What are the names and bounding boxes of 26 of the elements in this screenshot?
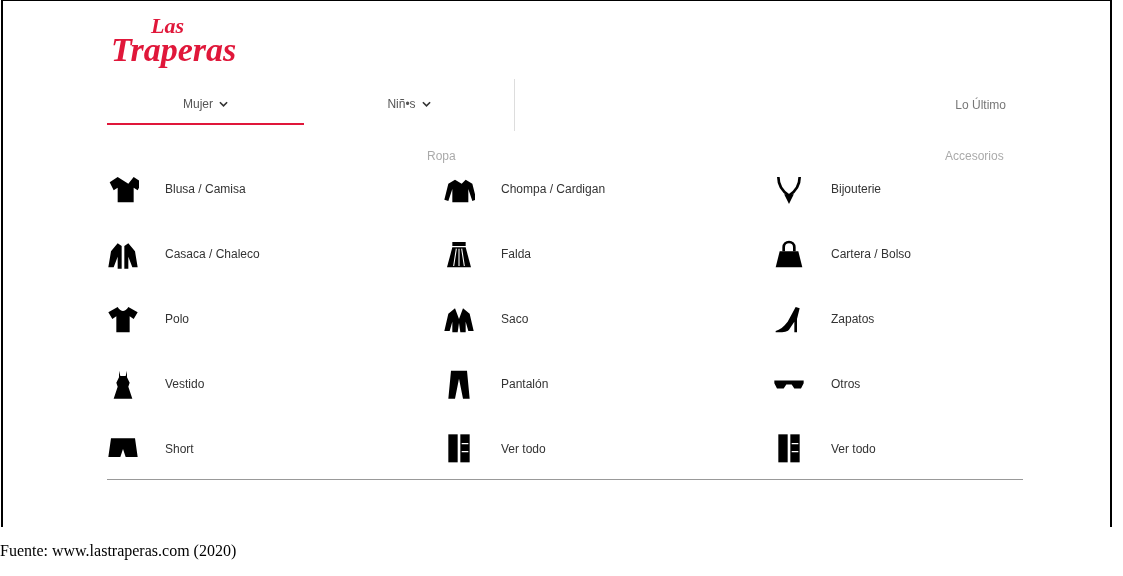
handbag-icon	[773, 238, 805, 270]
category-link[interactable]: Chompa / Cardigan	[443, 173, 773, 205]
category-link[interactable]: Vestido	[107, 368, 443, 400]
source-caption: Fuente: www.lastraperas.com (2020)	[0, 541, 238, 562]
category-link[interactable]: Saco	[443, 303, 773, 335]
nav-tab[interactable]: Niñ•s	[304, 85, 514, 125]
column-heading: Accesorios	[945, 148, 1005, 165]
category-link[interactable]: Ver todo	[773, 433, 1023, 465]
chevron-down-icon	[219, 101, 228, 107]
category-link[interactable]: Short	[107, 433, 443, 465]
category-link[interactable]: Blusa / Camisa	[107, 173, 443, 205]
category-link[interactable]: Falda	[443, 238, 773, 270]
category-link[interactable]: Pantalón	[443, 368, 773, 400]
category-link[interactable]: Bijouterie	[773, 173, 1023, 205]
category-link[interactable]: Polo	[107, 303, 443, 335]
nav-tab[interactable]: Mujer	[107, 85, 304, 125]
category-link[interactable]: Otros	[773, 368, 1023, 400]
nav-link[interactable]: Lo Último	[955, 96, 1006, 114]
logo[interactable]: Las Traperas	[111, 15, 241, 67]
category-link[interactable]: Cartera / Bolso	[773, 238, 1023, 270]
chevron-down-icon	[421, 101, 431, 107]
column-heading: Ropa	[427, 148, 457, 165]
sunglasses-icon	[773, 378, 805, 390]
category-link[interactable]: Zapatos	[773, 303, 1023, 335]
category-link[interactable]: Ver todo	[443, 433, 773, 465]
category-link[interactable]: Casaca / Chaleco	[107, 238, 443, 270]
